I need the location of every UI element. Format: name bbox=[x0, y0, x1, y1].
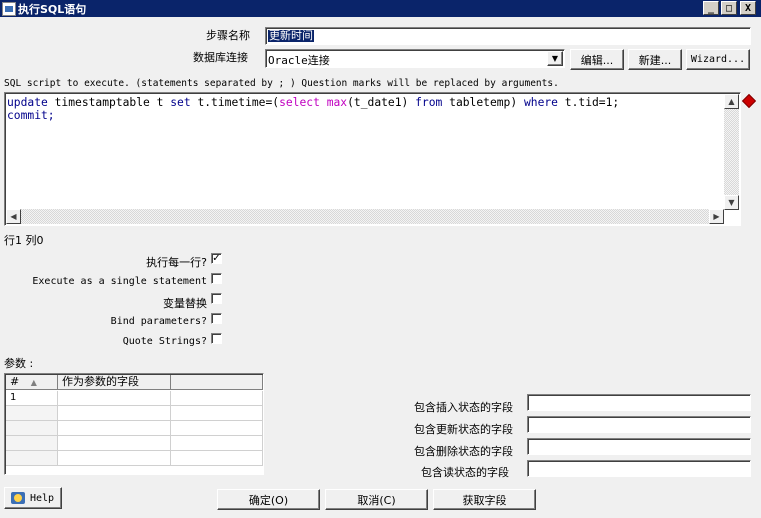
table-row-empty bbox=[58, 451, 171, 466]
bind-parameters-checkbox[interactable] bbox=[211, 313, 222, 324]
table-row-empty bbox=[171, 436, 263, 451]
new-connection-button[interactable]: 新建... bbox=[628, 49, 682, 70]
ok-button[interactable]: 确定(O) bbox=[217, 489, 320, 510]
scroll-down-icon[interactable]: ▼ bbox=[724, 195, 739, 210]
connection-value: Oracle连接 bbox=[268, 54, 330, 67]
variable-marker-icon bbox=[741, 93, 757, 109]
maximize-button[interactable]: □ bbox=[721, 1, 737, 15]
variable-substitution-label: 变量替换 bbox=[163, 297, 207, 310]
sql-text: update timestamptable t set t.timetime=(… bbox=[7, 96, 620, 122]
variable-substitution-checkbox[interactable] bbox=[211, 293, 222, 304]
single-statement-label: Execute as a single statement bbox=[32, 276, 207, 287]
close-button[interactable]: X bbox=[740, 1, 756, 15]
delete-status-input[interactable] bbox=[527, 438, 751, 455]
scroll-left-icon[interactable]: ◀ bbox=[6, 209, 21, 224]
step-name-input[interactable]: 更新时间 bbox=[265, 27, 751, 45]
execute-each-row-checkbox[interactable]: ✓ bbox=[211, 253, 222, 264]
editor-horizontal-scrollbar[interactable]: ◀ ▶ bbox=[6, 209, 724, 224]
table-row-empty bbox=[6, 436, 58, 451]
scroll-up-icon[interactable]: ▲ bbox=[724, 94, 739, 109]
wizard-button[interactable]: Wizard... bbox=[686, 49, 750, 70]
read-status-input[interactable] bbox=[527, 460, 751, 477]
step-name-label: 步骤名称 bbox=[206, 29, 250, 42]
quote-strings-label: Quote Strings? bbox=[122, 336, 207, 347]
params-table[interactable]: # ▲ 作为参数的字段 1 bbox=[4, 373, 264, 475]
update-status-label: 包含更新状态的字段 bbox=[414, 423, 513, 436]
app-icon bbox=[2, 1, 16, 16]
column-header-field[interactable]: 作为参数的字段 bbox=[58, 375, 171, 390]
get-fields-button[interactable]: 获取字段 bbox=[433, 489, 536, 510]
chevron-down-icon[interactable]: ▼ bbox=[547, 51, 563, 66]
bind-parameters-label: Bind parameters? bbox=[110, 316, 207, 327]
sql-editor[interactable]: update timestamptable t set t.timetime=(… bbox=[4, 92, 741, 226]
help-icon bbox=[11, 492, 25, 504]
table-row-empty bbox=[58, 436, 171, 451]
execute-each-row-label: 执行每一行? bbox=[146, 256, 207, 269]
quote-strings-checkbox[interactable] bbox=[211, 333, 222, 344]
help-button[interactable]: Help bbox=[4, 487, 62, 509]
table-row-index[interactable]: 1 bbox=[6, 391, 58, 406]
edit-connection-button[interactable]: 编辑... bbox=[570, 49, 624, 70]
params-label: 参数 : bbox=[4, 357, 34, 370]
help-label: Help bbox=[30, 492, 55, 504]
table-row-empty bbox=[171, 421, 263, 436]
insert-status-label: 包含插入状态的字段 bbox=[414, 401, 513, 414]
window-title: 执行SQL语句 bbox=[18, 2, 87, 16]
update-status-input[interactable] bbox=[527, 416, 751, 433]
script-hint: SQL script to execute. (statements separ… bbox=[4, 78, 559, 89]
table-row-empty bbox=[171, 451, 263, 466]
cancel-button[interactable]: 取消(C) bbox=[325, 489, 428, 510]
connection-select[interactable]: Oracle连接 ▼ bbox=[265, 49, 565, 68]
column-header-index[interactable]: # ▲ bbox=[6, 375, 58, 390]
table-row-field[interactable] bbox=[58, 391, 171, 406]
table-row-empty bbox=[6, 421, 58, 436]
table-row-empty bbox=[6, 451, 58, 466]
table-row-empty bbox=[58, 406, 171, 421]
editor-vertical-scrollbar[interactable]: ▲ ▼ bbox=[724, 94, 739, 210]
sort-arrow-icon: ▲ bbox=[30, 378, 37, 387]
cursor-position: 行1 列0 bbox=[4, 234, 44, 247]
single-statement-checkbox[interactable] bbox=[211, 273, 222, 284]
column-header-extra[interactable] bbox=[171, 375, 263, 390]
insert-status-input[interactable] bbox=[527, 394, 751, 411]
table-row-extra[interactable] bbox=[171, 391, 263, 406]
scroll-right-icon[interactable]: ▶ bbox=[709, 209, 724, 224]
table-row-empty bbox=[58, 421, 171, 436]
read-status-label: 包含读状态的字段 bbox=[421, 466, 509, 479]
table-row-empty bbox=[6, 406, 58, 421]
connection-label: 数据库连接 bbox=[193, 51, 248, 64]
delete-status-label: 包含删除状态的字段 bbox=[414, 445, 513, 458]
step-name-value: 更新时间 bbox=[268, 29, 314, 42]
table-row-empty bbox=[171, 406, 263, 421]
window-titlebar[interactable]: 执行SQL语句 _ □ X bbox=[0, 0, 761, 17]
minimize-button[interactable]: _ bbox=[703, 1, 719, 15]
